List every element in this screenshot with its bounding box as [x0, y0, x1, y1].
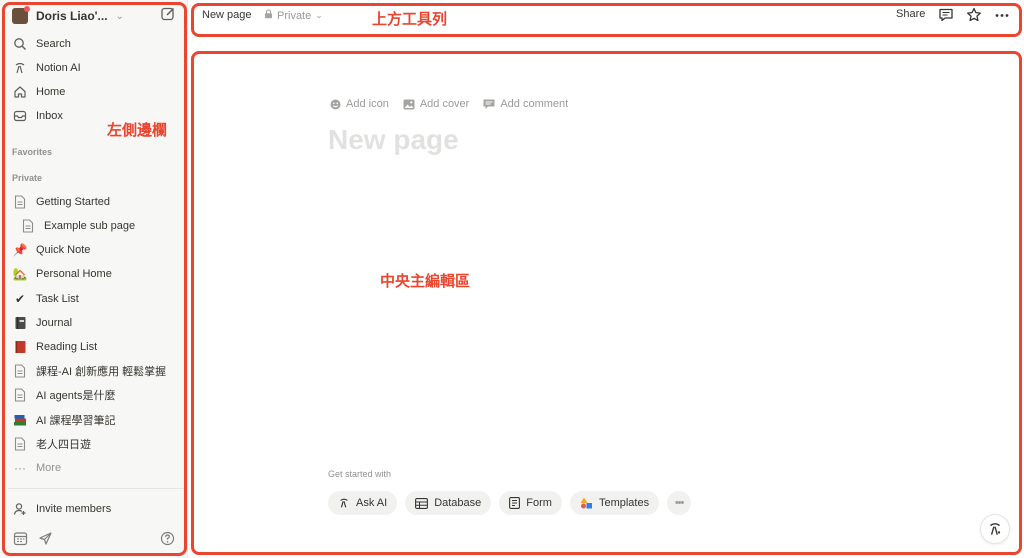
editor-annotation-box [191, 51, 1022, 555]
sidebar-annotation-label: 左側邊欄 [107, 121, 168, 139]
sidebar-annotation-box [2, 2, 187, 556]
topbar-annotation-label: 上方工具列 [372, 10, 448, 28]
editor-annotation-label: 中央主編輯區 [380, 272, 471, 290]
topbar-annotation-box [191, 3, 1022, 37]
